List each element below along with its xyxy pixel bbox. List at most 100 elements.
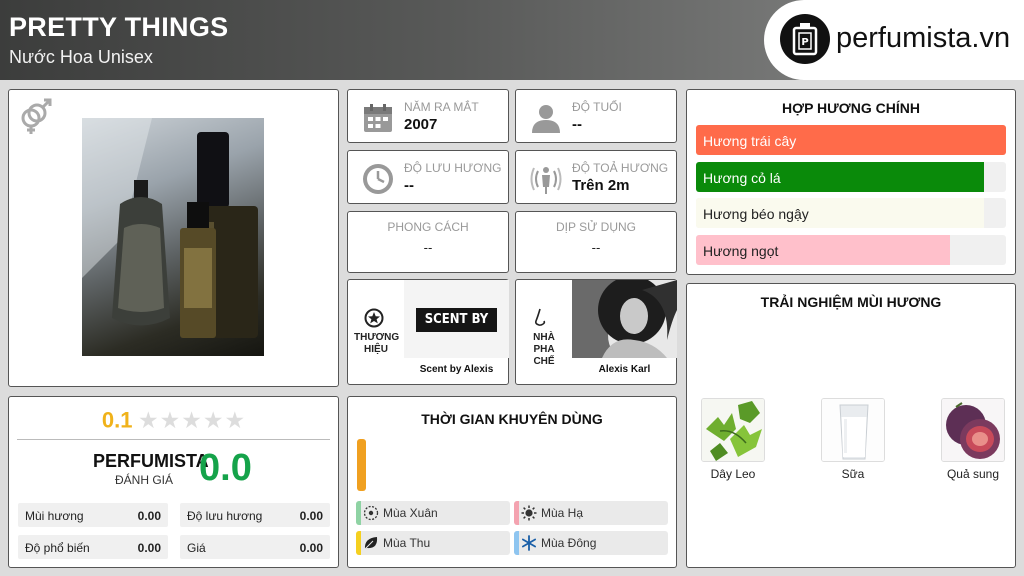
info-value: -- — [591, 240, 601, 255]
sillage-card: ĐỘ TOẢ HƯƠNG Trên 2m — [515, 150, 677, 204]
season-color-bar — [356, 501, 361, 525]
flower-icon — [363, 505, 379, 521]
star-icon[interactable]: ★ — [224, 407, 245, 434]
unisex-gender-icon — [17, 96, 53, 136]
metric-label: Giá — [187, 541, 206, 555]
accord-bar: Hương trái cây — [696, 125, 1006, 155]
metric-value: 0.00 — [137, 541, 161, 555]
accord-label: Hương ngọt — [703, 243, 779, 259]
season-color-bar — [356, 531, 361, 555]
info-label: DỊP SỬ DỤNG — [555, 220, 637, 234]
clock-icon — [362, 163, 394, 195]
brand-logo-text: SCENT BY ALEXIS — [416, 308, 497, 332]
metric-label: Độ phổ biến — [25, 541, 90, 555]
metric-label: Độ lưu hương — [187, 509, 263, 523]
info-value: 2007 — [404, 116, 438, 133]
perfume-title: PRETTY THINGS — [9, 12, 229, 42]
season-autumn: Mùa Thu — [356, 531, 510, 555]
note-item[interactable]: Sữa — [813, 398, 893, 481]
divider — [17, 439, 330, 440]
star-icon[interactable]: ★ — [181, 407, 202, 434]
user-rating-row[interactable]: 0.1 ★★★★★ — [9, 407, 338, 434]
note-item[interactable]: Dây Leo — [693, 398, 773, 481]
vine-leaves-icon — [701, 398, 765, 462]
season-label: Mùa Xuân — [383, 506, 438, 520]
style-card: PHONG CÁCH -- — [347, 211, 509, 273]
metric-value: 0.00 — [299, 509, 323, 523]
brand-name[interactable]: Scent by Alexis — [404, 364, 509, 375]
occasion-card: DỊP SỬ DỤNG -- — [515, 211, 677, 273]
perfumer-name[interactable]: Alexis Karl — [572, 364, 677, 375]
longevity-card: ĐỘ LƯU HƯƠNG -- — [347, 150, 509, 204]
leaf-icon — [363, 535, 379, 551]
metric-longevity: Độ lưu hương 0.00 — [180, 503, 330, 527]
site-logo[interactable]: P perfumista.vn — [764, 0, 1024, 80]
season-color-bar — [514, 501, 519, 525]
accord-label: Hương cỏ lá — [703, 170, 781, 186]
person-icon — [530, 102, 562, 134]
info-label: ĐỘ TUỔI — [572, 100, 622, 114]
perfumer-card[interactable]: NHÀ PHA CHẾ Alexis Karl — [515, 279, 677, 385]
info-label: ĐỘ LƯU HƯƠNG — [404, 161, 502, 175]
logo-text: perfumista.vn — [836, 22, 1011, 54]
page-header: PRETTY THINGS Nước Hoa Unisex P perfumis… — [0, 0, 1024, 80]
info-label: NĂM RA MẮT — [404, 100, 479, 114]
calendar-icon — [362, 102, 394, 134]
milk-glass-icon — [821, 398, 885, 462]
product-photo — [82, 118, 264, 356]
accord-bar: Hương cỏ lá — [696, 162, 1006, 192]
star-icon[interactable]: ★ — [203, 407, 224, 434]
info-value: -- — [423, 240, 433, 255]
star-badge-icon — [364, 308, 384, 328]
note-item[interactable]: Quả sung — [933, 398, 1013, 481]
season-spring: Mùa Xuân — [356, 501, 510, 525]
accords-title: HỢP HƯƠNG CHÍNH — [782, 100, 920, 116]
age-card: ĐỘ TUỔI -- — [515, 89, 677, 143]
accord-label: Hương trái cây — [703, 133, 797, 149]
perfumista-sublabel: ĐÁNH GIÁ — [115, 473, 174, 487]
info-value: Trên 2m — [572, 177, 630, 194]
metric-price: Giá 0.00 — [180, 535, 330, 559]
season-winter: Mùa Đông — [514, 531, 668, 555]
day-night-indicator — [357, 439, 366, 491]
note-label: Sữa — [841, 467, 865, 481]
metric-popularity: Độ phổ biến 0.00 — [18, 535, 168, 559]
note-label: Dây Leo — [710, 467, 756, 481]
info-value: -- — [404, 177, 414, 194]
accord-bar: Hương béo ngậy — [696, 198, 1006, 228]
time-title: THỜI GIAN KHUYÊN DÙNG — [421, 411, 603, 427]
perfumista-label: PERFUMISTA — [93, 451, 209, 471]
season-label: Mùa Hạ — [541, 506, 584, 520]
season-color-bar — [514, 531, 519, 555]
perfumer-label: NHÀ PHA CHẾ — [533, 332, 555, 367]
sun-icon — [521, 505, 537, 521]
metric-label: Mùi hương — [25, 509, 84, 523]
sillage-icon — [530, 163, 562, 195]
perfume-subtitle: Nước Hoa Unisex — [9, 47, 153, 67]
season-summer: Mùa Hạ — [514, 501, 668, 525]
season-label: Mùa Thu — [383, 536, 431, 550]
release-year-card: NĂM RA MẮT 2007 — [347, 89, 509, 143]
snowflake-icon — [521, 535, 537, 551]
rating-card: 0.1 ★★★★★ PERFUMISTA ĐÁNH GIÁ 0.0 Mùi hư… — [8, 396, 339, 568]
perfumer-photo[interactable] — [572, 280, 677, 358]
svg-text:P: P — [801, 37, 808, 48]
info-value: -- — [572, 116, 582, 133]
experience-title: TRẢI NGHIỆM MÙI HƯƠNG — [760, 294, 942, 310]
accord-label: Hương béo ngậy — [703, 206, 809, 222]
fig-icon — [941, 398, 1005, 462]
metric-value: 0.00 — [137, 509, 161, 523]
star-icon[interactable]: ★ — [138, 407, 159, 434]
star-icon[interactable]: ★ — [160, 407, 181, 434]
scent-experience-card: TRẢI NGHIỆM MÙI HƯƠNG Dây Leo Sữa Quả su… — [686, 283, 1016, 568]
brand-logo[interactable]: SCENT BY ALEXIS — [404, 280, 509, 358]
main-accords-card: HỢP HƯƠNG CHÍNH Hương trái cây Hương cỏ … — [686, 89, 1016, 275]
brand-card[interactable]: THƯƠNG HIỆU SCENT BY ALEXIS Scent by Ale… — [347, 279, 509, 385]
note-label: Quả sung — [946, 467, 1000, 481]
metric-scent: Mùi hương 0.00 — [18, 503, 168, 527]
info-label: ĐỘ TOẢ HƯƠNG — [572, 161, 669, 175]
recommended-time-card: THỜI GIAN KHUYÊN DÙNG Mùa Xuân Mùa Hạ Mù… — [347, 396, 677, 568]
info-label: PHONG CÁCH — [387, 220, 469, 234]
accord-bar: Hương ngọt — [696, 235, 1006, 265]
season-label: Mùa Đông — [541, 536, 597, 550]
